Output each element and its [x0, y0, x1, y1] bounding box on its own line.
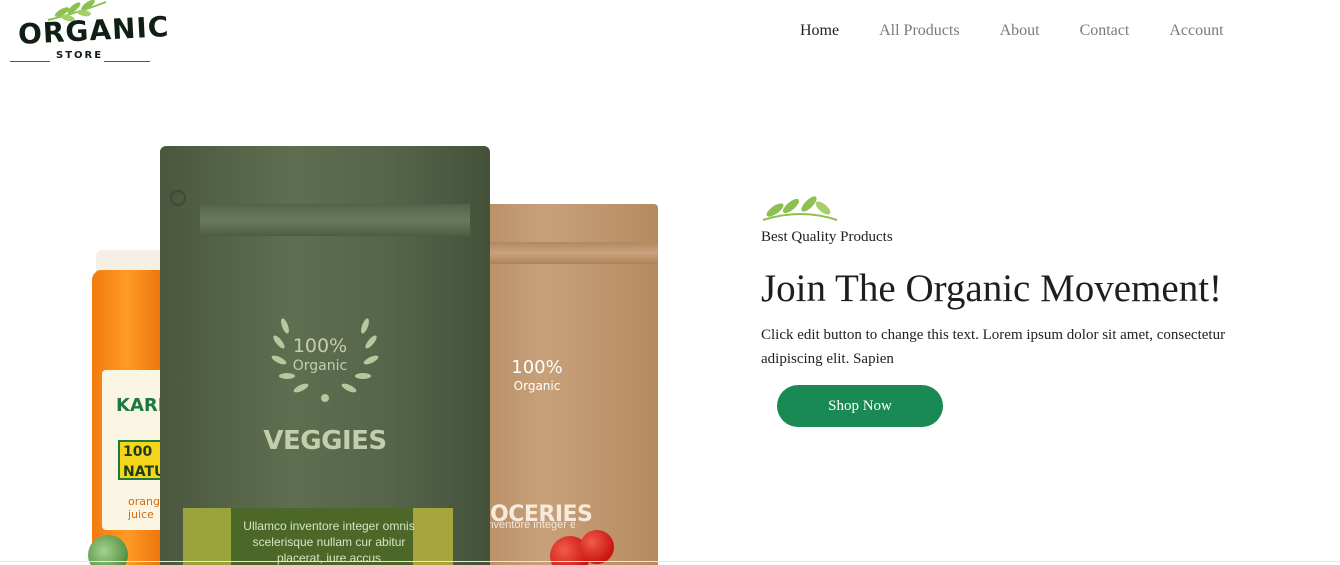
hero-eyebrow: Best Quality Products [761, 229, 893, 245]
logo-subtitle: STORE [56, 50, 104, 61]
bag-zip [470, 242, 658, 264]
juice-jar: KARI 100 NATURA orang juice [90, 250, 187, 565]
logo-rule-right [104, 61, 150, 62]
nav-item-contact[interactable]: Contact [1080, 22, 1130, 40]
brand-logo[interactable]: ORGANIC STORE [4, 0, 170, 68]
bag-info-panel: Ullamco inventore integer omnis sceleris… [183, 508, 453, 565]
bag-percent-sub: Organic [292, 358, 348, 374]
section-divider [0, 561, 1340, 562]
bag-percent-sub: Organic [513, 379, 561, 393]
hero-body-text: Click edit button to change this text. L… [761, 327, 1226, 367]
hero-headline: Join The Organic Movement! [761, 267, 1223, 310]
bag-percent: 100% [511, 357, 563, 378]
nav-item-home[interactable]: Home [800, 22, 839, 40]
nav-item-about[interactable]: About [1000, 22, 1040, 40]
bag-percent-label: 100% Organic [270, 336, 370, 376]
tomato [580, 530, 614, 564]
bag-title: VEGGIES [263, 426, 387, 456]
groceries-bag: 100% Organic OCERIES [470, 204, 658, 565]
bag-panel-text: Ullamco inventore integer omnis sceleris… [243, 519, 415, 565]
logo-rule-left [10, 61, 50, 62]
panel-fruit-art [183, 508, 231, 565]
main-nav: Home All Products About Contact Account [800, 22, 1264, 40]
veggies-bag: 100% Organic VEGGIES Ullamco inventore i… [160, 146, 490, 565]
leaf-sprig-icon [762, 196, 838, 221]
jar-brand-text: KARI [116, 395, 165, 416]
jar-lid [96, 250, 166, 272]
bag-zip [200, 204, 470, 236]
bag-percent: 100% [292, 335, 348, 357]
panel-fruit-art [413, 508, 453, 565]
bag-hang-hole [170, 190, 186, 206]
nav-item-account[interactable]: Account [1169, 22, 1223, 40]
hero-product-image: KARI 100 NATURA orang juice 100% Organic… [80, 140, 670, 565]
site-header: ORGANIC STORE Home All Products About Co… [0, 0, 1340, 70]
logo-wordmark: ORGANIC [17, 10, 171, 51]
shop-now-button[interactable]: Shop Now [777, 385, 943, 427]
bag-panel-text: inventore integer elerisque nul elacerat… [485, 519, 575, 531]
bag-percent-label: 100% Organic [502, 359, 572, 395]
nav-item-all-products[interactable]: All Products [879, 22, 959, 40]
